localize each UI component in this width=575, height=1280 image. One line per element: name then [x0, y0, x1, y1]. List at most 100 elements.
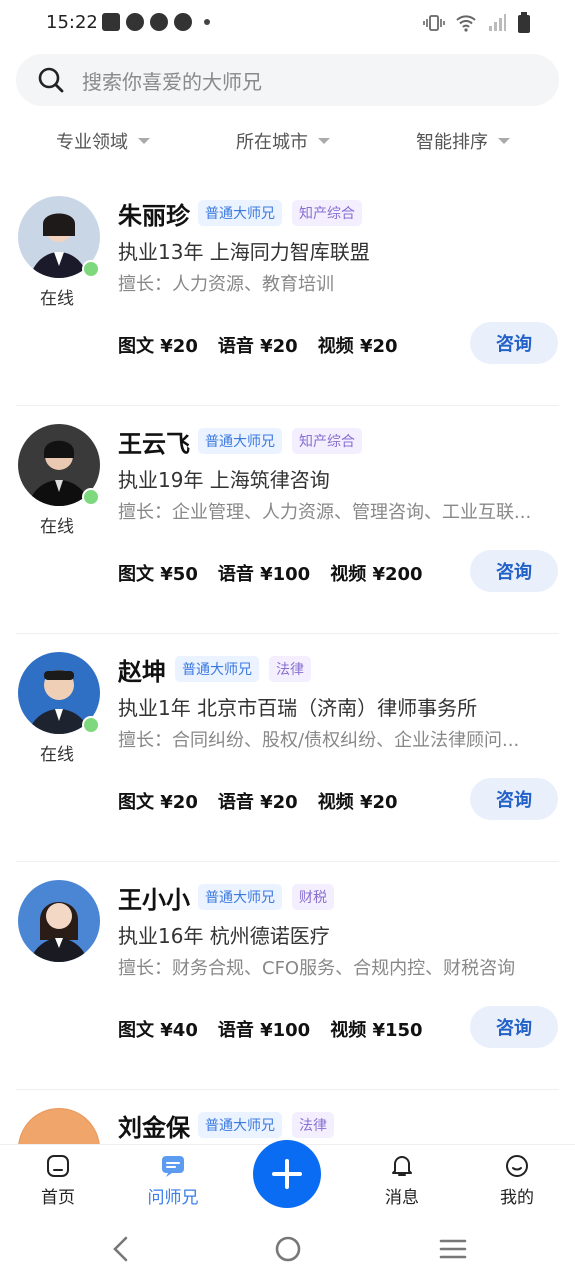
category-tag: 财税 [292, 884, 334, 910]
price-voice: 语音 ¥100 [217, 564, 311, 585]
add-button[interactable] [253, 1140, 321, 1208]
consultant-subtitle: 执业19年 上海筑律咨询 [118, 468, 330, 492]
consultant-name: 刘金保 [118, 1114, 190, 1142]
tag-group: 普通大师兄 知产综合 [198, 428, 362, 454]
tag-group: 普通大师兄 财税 [198, 884, 334, 910]
filter-field[interactable]: 专业领域 [56, 128, 150, 154]
online-indicator [82, 488, 100, 506]
price-text: 图文 ¥20 [118, 792, 198, 813]
consultant-expertise: 擅长：合同纠纷、股权/债权纠纷、企业法律顾问... [118, 730, 520, 751]
price-text: 图文 ¥40 [118, 1020, 198, 1041]
online-indicator [82, 716, 100, 734]
category-tag: 知产综合 [292, 428, 362, 454]
tag-group: 普通大师兄 知产综合 [198, 200, 362, 226]
level-tag: 普通大师兄 [198, 1112, 282, 1138]
level-tag: 普通大师兄 [198, 200, 282, 226]
nav-home[interactable]: 首页 [18, 1153, 98, 1208]
consultant-expertise: 擅长：财务合规、CFO服务、合规内控、财税咨询 [118, 958, 516, 979]
vibrate-icon [423, 15, 445, 31]
search-bar[interactable]: 搜索你喜爱的大师兄 [16, 54, 559, 106]
consultant-name: 赵坤 [118, 658, 166, 686]
price-text: 图文 ¥50 [118, 564, 198, 585]
price-video: 视频 ¥150 [330, 1020, 423, 1041]
menu-icon[interactable] [438, 1234, 468, 1264]
filter-sort-label: 智能排序 [416, 132, 488, 153]
consult-button[interactable]: 咨询 [470, 322, 558, 364]
online-indicator [82, 260, 100, 278]
home-circle-icon[interactable] [273, 1234, 303, 1264]
system-nav-bar [0, 1216, 575, 1280]
level-tag: 普通大师兄 [175, 656, 259, 682]
app-notification-icon [126, 13, 144, 31]
plus-icon [272, 1159, 302, 1189]
search-icon [38, 67, 64, 93]
app-notification-icon [174, 13, 192, 31]
wifi-icon [456, 15, 476, 32]
chat-icon [162, 1156, 184, 1177]
price-video: 视频 ¥20 [317, 792, 398, 813]
consultant-subtitle: 执业13年 上海同力智库联盟 [118, 240, 370, 264]
consultant-name: 王云飞 [118, 430, 190, 458]
consult-button[interactable]: 咨询 [470, 778, 558, 820]
caret-down-icon [318, 138, 330, 144]
price-voice: 语音 ¥20 [217, 336, 298, 357]
search-input[interactable]: 搜索你喜爱的大师兄 [82, 66, 262, 95]
consultant-expertise: 擅长：企业管理、人力资源、管理咨询、工业互联... [118, 502, 532, 523]
consultant-name: 朱丽珍 [118, 202, 190, 230]
category-tag: 法律 [269, 656, 311, 682]
nav-me[interactable]: 我的 [477, 1153, 557, 1208]
consultant-name: 王小小 [118, 886, 190, 914]
consultant-card[interactable]: 王小小 普通大师兄 财税 执业16年 杭州德诺医疗 擅长：财务合规、CFO服务、… [0, 862, 575, 1090]
filter-bar: 专业领域 所在城市 智能排序 [0, 122, 575, 162]
category-tag: 法律 [292, 1112, 334, 1138]
consult-button[interactable]: 咨询 [470, 1006, 558, 1048]
system-status-icons [423, 12, 531, 34]
online-label: 在线 [40, 517, 74, 537]
consultant-card[interactable]: 在线 朱丽珍 普通大师兄 知产综合 执业13年 上海同力智库联盟 擅长：人力资源… [0, 178, 575, 406]
filter-field-label: 专业领域 [56, 132, 128, 153]
price-list: 图文 ¥50 语音 ¥100 视频 ¥200 [118, 560, 423, 586]
message-notification-icon [102, 13, 120, 31]
price-video: 视频 ¥200 [330, 564, 423, 585]
consultant-expertise: 擅长：人力资源、教育培训 [118, 274, 334, 295]
status-time: 15:22 [46, 12, 98, 33]
nav-ask-label: 问师兄 [147, 1188, 199, 1208]
price-voice: 语音 ¥100 [217, 1020, 311, 1041]
more-notifications-icon [204, 19, 210, 25]
caret-down-icon [498, 138, 510, 144]
nav-messages-label: 消息 [385, 1188, 419, 1208]
home-icon [47, 1155, 69, 1177]
online-label: 在线 [40, 289, 74, 309]
app-notification-icon [150, 13, 168, 31]
bell-icon [392, 1156, 412, 1176]
filter-sort[interactable]: 智能排序 [416, 128, 510, 154]
level-tag: 普通大师兄 [198, 428, 282, 454]
consult-button[interactable]: 咨询 [470, 550, 558, 592]
consultant-list: 在线 朱丽珍 普通大师兄 知产综合 执业13年 上海同力智库联盟 擅长：人力资源… [0, 178, 575, 1160]
level-tag: 普通大师兄 [198, 884, 282, 910]
price-list: 图文 ¥20 语音 ¥20 视频 ¥20 [118, 788, 398, 814]
avatar [18, 880, 100, 962]
battery-icon [518, 12, 530, 33]
consultant-subtitle: 执业16年 杭州德诺医疗 [118, 924, 330, 948]
price-voice: 语音 ¥20 [217, 792, 298, 813]
nav-ask[interactable]: 问师兄 [133, 1153, 213, 1208]
notification-icons [102, 13, 210, 31]
consultant-card[interactable]: 在线 王云飞 普通大师兄 知产综合 执业19年 上海筑律咨询 擅长：企业管理、人… [0, 406, 575, 634]
status-bar: 15:22 [0, 0, 575, 46]
consultant-subtitle: 执业1年 北京市百瑞（济南）律师事务所 [118, 696, 478, 720]
tag-group: 普通大师兄 法律 [198, 1112, 334, 1138]
price-video: 视频 ¥20 [317, 336, 398, 357]
price-list: 图文 ¥40 语音 ¥100 视频 ¥150 [118, 1016, 423, 1042]
tag-group: 普通大师兄 法律 [175, 656, 311, 682]
nav-home-label: 首页 [41, 1188, 75, 1208]
smile-icon [506, 1155, 528, 1177]
price-text: 图文 ¥20 [118, 336, 198, 357]
filter-city-label: 所在城市 [236, 132, 308, 153]
consultant-card[interactable]: 在线 赵坤 普通大师兄 法律 执业1年 北京市百瑞（济南）律师事务所 擅长：合同… [0, 634, 575, 862]
price-list: 图文 ¥20 语音 ¥20 视频 ¥20 [118, 332, 398, 358]
caret-down-icon [138, 138, 150, 144]
back-icon[interactable] [106, 1234, 136, 1264]
filter-city[interactable]: 所在城市 [236, 128, 330, 154]
nav-messages[interactable]: 消息 [362, 1153, 442, 1208]
